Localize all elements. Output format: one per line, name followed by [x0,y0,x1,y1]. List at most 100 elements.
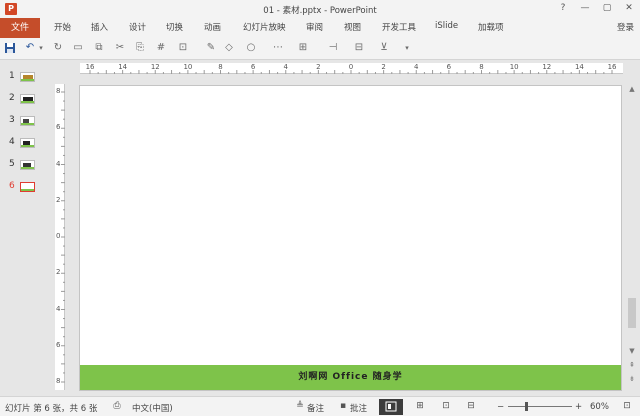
ruler-label: 4 [56,304,61,313]
ruler-label: 2 [316,63,321,71]
slideshow-icon[interactable]: ⊟ [465,401,477,412]
zoom-slider[interactable] [508,406,572,407]
textbox-icon[interactable]: ⊡ [177,42,189,54]
tab-slideshow[interactable]: 幻灯片放映 [243,21,286,33]
sign-in-link[interactable]: 登录 [617,21,634,33]
ruler-label: 8 [218,63,223,71]
slide-thumbnails-panel: 1 2 3 4 5 6 [0,61,45,396]
slide-thumbnail-4[interactable]: 4 [0,135,45,149]
zoom-slider-thumb[interactable] [524,402,528,411]
ruler-label: 12 [150,63,160,71]
tab-home[interactable]: 开始 [54,21,71,33]
slide-number: 2 [9,93,15,103]
slide-number: 4 [9,137,15,147]
tab-view[interactable]: 视图 [344,21,361,33]
slide-number: 1 [9,71,15,81]
ruler-label: 6 [56,123,61,132]
vertical-scrollbar[interactable]: ▲ ▼ ⇞ ⇟ [626,84,638,394]
ruler-label: 6 [250,63,256,71]
ribbon-tabs: 文件 开始 插入 设计 切换 动画 幻灯片放映 审阅 视图 开发工具 iSlid… [0,18,640,38]
tab-transitions[interactable]: 切换 [166,21,183,33]
normal-view-button[interactable] [379,399,403,415]
tab-animations[interactable]: 动画 [204,21,221,33]
ruler-label: 6 [446,63,452,71]
present-icon[interactable]: ⊻ [378,42,390,54]
ruler-label: 10 [509,63,519,71]
arrange-icon[interactable]: ⊣ [327,42,339,54]
spellcheck-icon[interactable]: ⎙ [111,401,123,412]
ruler-label: 2 [381,63,386,71]
tab-islide[interactable]: iSlide [435,21,458,31]
slide-preview [20,72,35,82]
redo-icon[interactable]: ↻ [52,42,64,54]
tab-design[interactable]: 设计 [129,21,146,33]
screenshot-icon[interactable]: ⧉ [93,42,105,54]
slide-thumbnail-5[interactable]: 5 [0,157,45,171]
slide-sorter-icon[interactable]: ⊞ [414,401,426,412]
save-icon[interactable] [4,42,16,54]
powerpoint-window: P 01 - 素材.pptx - PowerPoint ? — ▢ ✕ 文件 开… [0,0,640,416]
tab-developer[interactable]: 开发工具 [382,21,416,33]
slide-count: 幻灯片 第 6 张，共 6 张 [5,404,98,414]
help-button[interactable]: ? [552,0,574,18]
comments-button[interactable]: 批注 [350,402,367,414]
slide-preview [20,94,35,104]
status-bar: 幻灯片 第 6 张，共 6 张 ⎙ 中文(中国) ≜ 备注 ▪ 批注 ⊞ ⊡ ⊟… [0,396,640,416]
scroll-up-icon[interactable]: ▲ [626,84,638,94]
slide-thumbnail-1[interactable]: 1 [0,69,45,83]
ruler-label: 0 [348,63,354,71]
slide-preview [20,138,35,148]
ruler-label: 12 [542,63,552,71]
chevron-down-icon[interactable]: ▾ [35,42,47,54]
zoom-in-button[interactable]: + [575,402,582,412]
maximize-button[interactable]: ▢ [596,0,618,18]
distribute-icon[interactable]: ⊞ [297,42,309,54]
notes-button[interactable]: 备注 [307,402,324,414]
pen-icon[interactable]: ✎ [205,42,217,54]
fit-slide-icon[interactable]: ⊡ [621,401,633,412]
tab-file[interactable]: 文件 [0,18,40,38]
close-button[interactable]: ✕ [618,0,640,18]
slide-thumbnail-2[interactable]: 2 [0,91,45,105]
slide-number: 3 [9,115,15,125]
ruler-label: 8 [56,377,61,385]
window-controls: ? — ▢ ✕ [552,0,640,18]
reading-view-icon[interactable]: ⊡ [440,401,452,412]
ruler-label: 2 [56,268,61,277]
tab-review[interactable]: 审阅 [306,21,323,33]
previous-slide-icon[interactable]: ⇞ [626,360,638,370]
scroll-down-icon[interactable]: ▼ [626,346,638,356]
tab-addins[interactable]: 加载项 [478,21,504,33]
window-title: 01 - 素材.pptx - PowerPoint [263,6,377,16]
comments-icon: ▪ [339,401,347,411]
slide-thumbnail-3[interactable]: 3 [0,113,45,127]
scrollbar-thumb[interactable] [628,298,636,328]
shapes-icon[interactable]: ◇ [223,42,235,54]
slide-number: 6 [9,181,15,191]
copy-icon[interactable]: ⎘ [134,42,146,54]
group-icon[interactable]: ⊟ [353,42,365,54]
vertical-ruler: 8 6 4 2 0 2 4 6 8 [55,84,65,390]
cut-icon[interactable]: ✂ [114,42,126,54]
ruler-label: 16 [85,63,95,71]
zoom-out-button[interactable]: − [497,402,504,412]
circle-icon[interactable]: ○ [245,42,257,54]
ruler-label: 6 [56,340,61,349]
rectangle-icon[interactable]: ▭ [72,42,84,54]
format-painter-icon[interactable]: # [155,42,167,54]
tab-insert[interactable]: 插入 [91,21,108,33]
slide-preview [20,160,35,170]
slide-preview [20,182,35,192]
customize-toolbar-icon[interactable]: ▾ [401,42,413,54]
ruler-label: 14 [118,63,128,71]
slide-thumbnail-6[interactable]: 6 [0,179,45,193]
align-icon[interactable]: ⋯ [272,42,284,54]
zoom-level[interactable]: 60% [590,402,609,412]
next-slide-icon[interactable]: ⇟ [626,374,638,384]
language-indicator[interactable]: 中文(中国) [132,402,173,414]
ruler-label: 16 [607,63,617,71]
slide-number: 5 [9,159,15,169]
slide-canvas[interactable]: 刘啊网 Office 随身学 [79,85,622,391]
minimize-button[interactable]: — [574,0,596,18]
ruler-label: 14 [574,63,584,71]
